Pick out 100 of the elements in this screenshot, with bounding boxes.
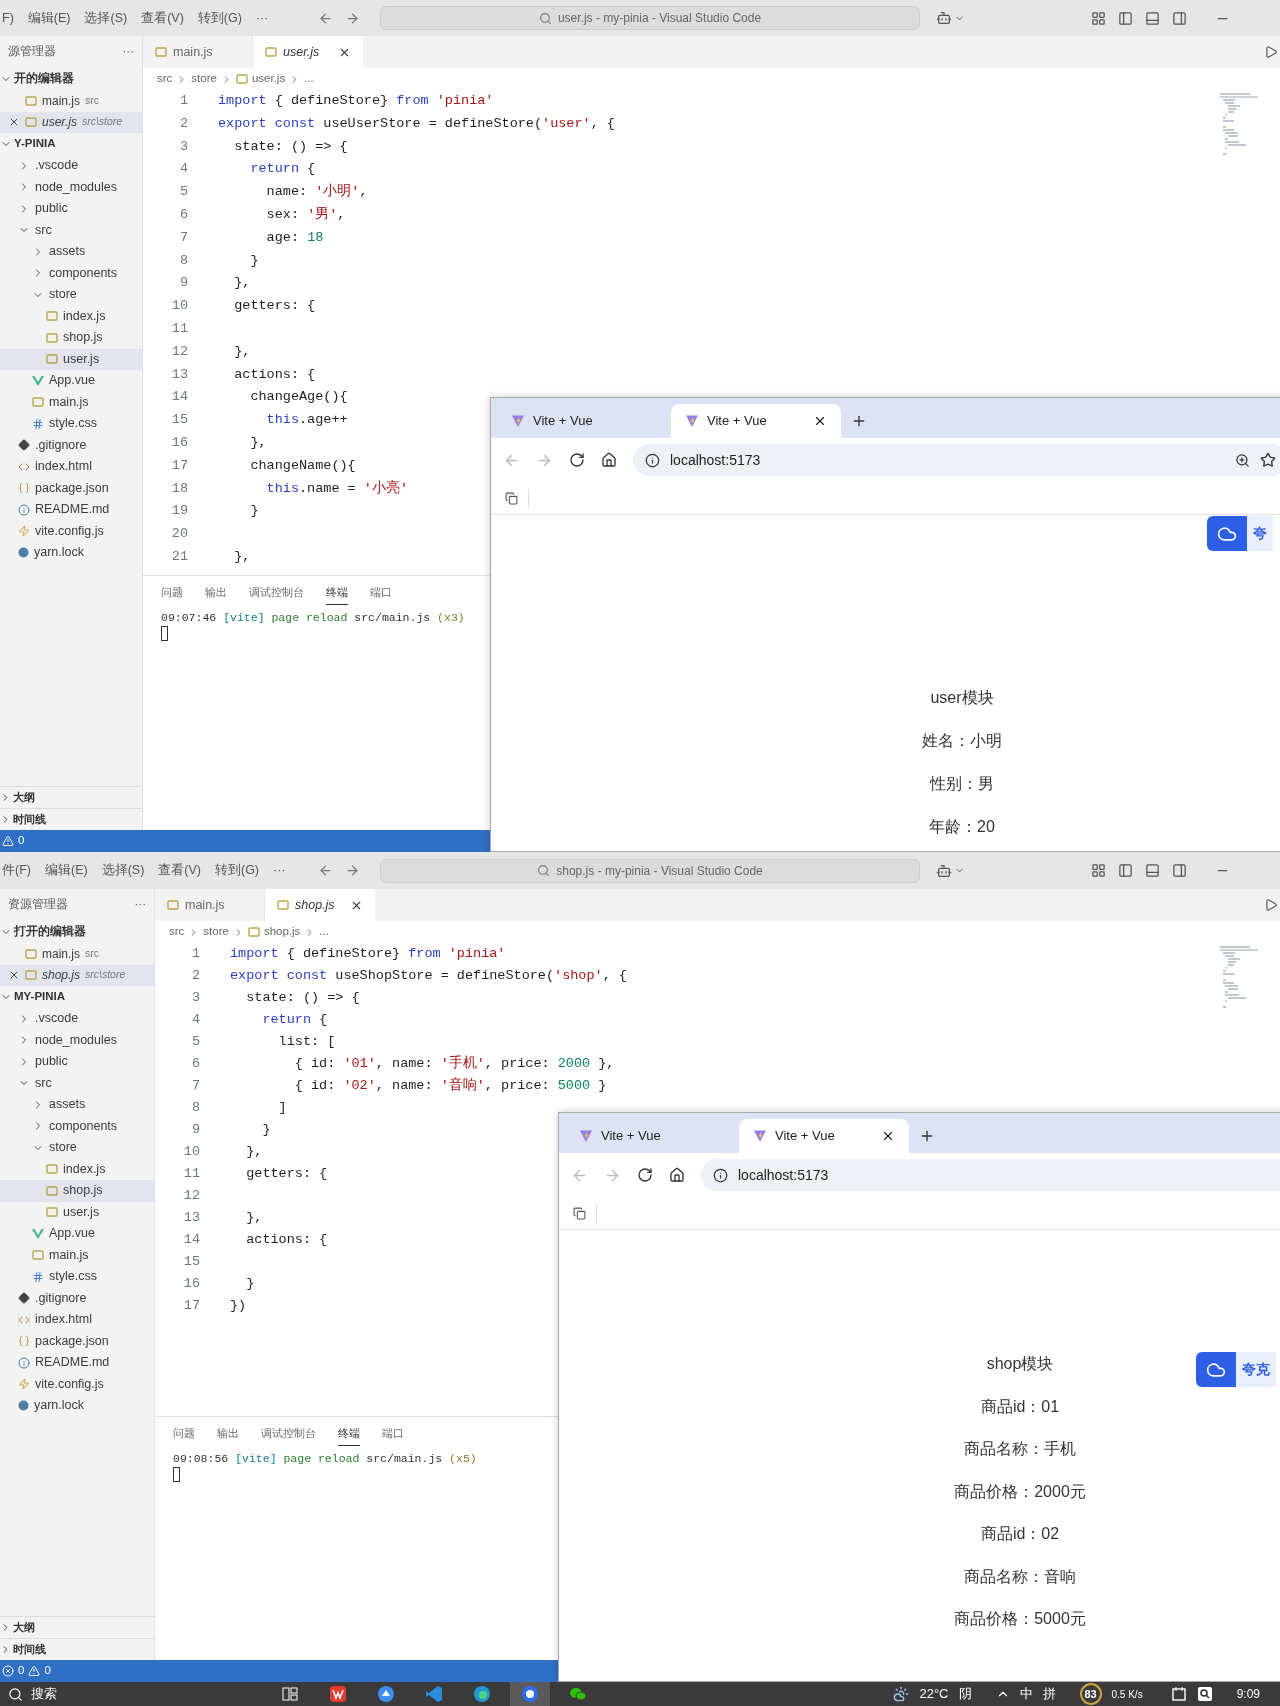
extension-badge[interactable]: 夸 [1207,516,1273,551]
forward-icon[interactable] [345,10,360,26]
open-editor-item[interactable]: user.js src\store [0,111,142,133]
sidebar-toggle-icon[interactable] [1118,10,1133,26]
file-tree-item[interactable]: public [0,198,142,220]
file-tree-item[interactable]: index.js [0,1158,154,1180]
tabs-icon[interactable] [573,1206,586,1220]
info-icon[interactable] [713,1167,728,1183]
secondary-sidebar-icon[interactable] [1172,863,1187,878]
file-tree-item[interactable]: package.json [0,1330,154,1352]
menu-item[interactable]: 查看(V) [158,861,201,880]
breadcrumb-item[interactable]: shop.js [263,923,301,941]
more-actions[interactable]: ··· [134,896,146,914]
panel-tab[interactable]: 问题 [161,581,183,605]
browser-tab[interactable]: Vite + Vue [497,404,667,438]
menu-item[interactable]: 选择(S) [84,8,128,28]
layout-icon[interactable] [1091,10,1106,26]
file-tree-item[interactable]: package.json [0,477,142,499]
project-header[interactable]: Y-PINIA [14,135,56,153]
file-tree-item[interactable]: main.js [0,391,142,413]
extension-badge[interactable]: 夸克 [1196,1352,1276,1387]
file-tree-item[interactable]: components [0,262,142,284]
star-icon[interactable] [1260,452,1276,468]
outline-section[interactable]: 大纲 [13,789,35,806]
browser-tab[interactable]: Vite + Vue [565,1119,735,1153]
error-count[interactable]: 0 [18,1662,25,1680]
input-method-indicator[interactable]: 拼 [1042,1684,1056,1704]
panel-tab[interactable]: 问题 [173,1422,195,1446]
editor-tab[interactable]: shop.js [265,889,375,921]
menu-item[interactable]: 转到(G) [215,861,260,880]
file-tree-item[interactable]: node_modules [0,176,142,198]
copilot-button[interactable] [936,862,965,879]
file-tree-item[interactable]: README.md [0,1352,154,1374]
menu-item[interactable]: 选择(S) [101,861,145,880]
section-header[interactable]: 开的编辑器 [14,70,74,88]
file-tree-item[interactable]: App.vue [0,1223,154,1245]
close-icon[interactable] [881,1129,895,1143]
menu-item[interactable]: 件(F) [2,861,31,880]
file-tree-item[interactable]: node_modules [0,1029,154,1051]
file-tree-item[interactable]: src [0,219,142,241]
sidebar-toggle-icon[interactable] [1118,863,1133,878]
file-tree-item[interactable]: public [0,1051,154,1073]
warning-count[interactable]: 0 [44,1662,51,1680]
breadcrumb-item[interactable]: ... [319,923,329,941]
panel-tab[interactable]: 端口 [382,1422,404,1446]
file-tree-item[interactable]: store [0,1137,154,1159]
panel-toggle-icon[interactable] [1145,10,1160,26]
file-tree-item[interactable]: main.js [0,1244,154,1266]
secondary-sidebar-icon[interactable] [1172,10,1187,26]
file-tree-item[interactable]: README.md [0,499,142,521]
close-icon[interactable] [813,414,827,428]
file-tree-item[interactable]: user.js [0,1201,154,1223]
file-tree-item[interactable]: index.js [0,305,142,327]
file-tree-item[interactable]: App.vue [0,370,142,392]
breadcrumb-item[interactable]: user.js [251,70,286,88]
file-tree-item[interactable]: index.html [0,1309,154,1331]
menu-item[interactable]: 查看(V) [141,8,184,28]
file-tree-item[interactable]: style.css [0,1266,154,1288]
zoom-icon[interactable] [1235,452,1250,468]
magnifier-tray-icon[interactable] [1196,1686,1213,1702]
breadcrumb-item[interactable]: src [157,70,173,88]
panel-tab[interactable]: 终端 [338,1422,360,1446]
file-tree-item[interactable]: index.html [0,456,142,478]
taskbar-search[interactable]: 搜索 [0,1684,270,1704]
panel-tab[interactable]: 端口 [370,581,392,605]
file-tree-item[interactable]: store [0,284,142,306]
more-menu[interactable]: ··· [255,8,269,28]
panel-tab[interactable]: 终端 [326,581,348,605]
editor-tab[interactable]: user.js [253,36,363,68]
open-editor-item[interactable]: main.js src [0,90,142,112]
input-method-indicator[interactable]: 中 [1019,1684,1033,1704]
command-search-field[interactable]: shop.js - my-pinia - Visual Studio Code [380,858,920,883]
project-header[interactable]: MY-PINIA [14,988,66,1006]
file-tree-item[interactable]: yarn.lock [0,542,142,564]
section-header[interactable]: 打开的编辑器 [14,923,86,941]
panel-tab[interactable]: 输出 [205,581,227,605]
file-tree-item[interactable]: style.css [0,413,142,435]
breadcrumb-item[interactable]: src [169,923,185,941]
browser-tab[interactable]: Vite + Vue [739,1119,909,1153]
file-tree-item[interactable]: yarn.lock [0,1395,154,1417]
home-icon[interactable] [669,1167,685,1183]
reload-icon[interactable] [569,452,585,468]
file-tree-item[interactable]: vite.config.js [0,520,142,542]
open-editor-item[interactable]: main.js src [0,943,154,965]
file-tree-item[interactable]: shop.js [0,1180,154,1202]
panel-toggle-icon[interactable] [1145,863,1160,878]
timeline-section[interactable]: 时间线 [13,811,46,828]
taskbar-app[interactable] [510,1682,550,1706]
home-icon[interactable] [601,452,617,468]
panel-tab[interactable]: 调试控制台 [249,581,304,605]
score-badge[interactable]: 83 [1079,1683,1102,1705]
info-icon[interactable] [645,452,660,468]
file-tree-item[interactable]: .vscode [0,155,142,177]
new-tab-icon[interactable] [851,413,867,429]
reload-icon[interactable] [637,1167,653,1183]
menu-item[interactable]: 编辑(E) [27,8,71,28]
file-tree-item[interactable]: user.js [0,348,142,370]
file-tree-item[interactable]: shop.js [0,327,142,349]
open-editor-item[interactable]: shop.js src\store [0,964,154,986]
address-bar[interactable]: localhost:5173 [633,444,1280,476]
